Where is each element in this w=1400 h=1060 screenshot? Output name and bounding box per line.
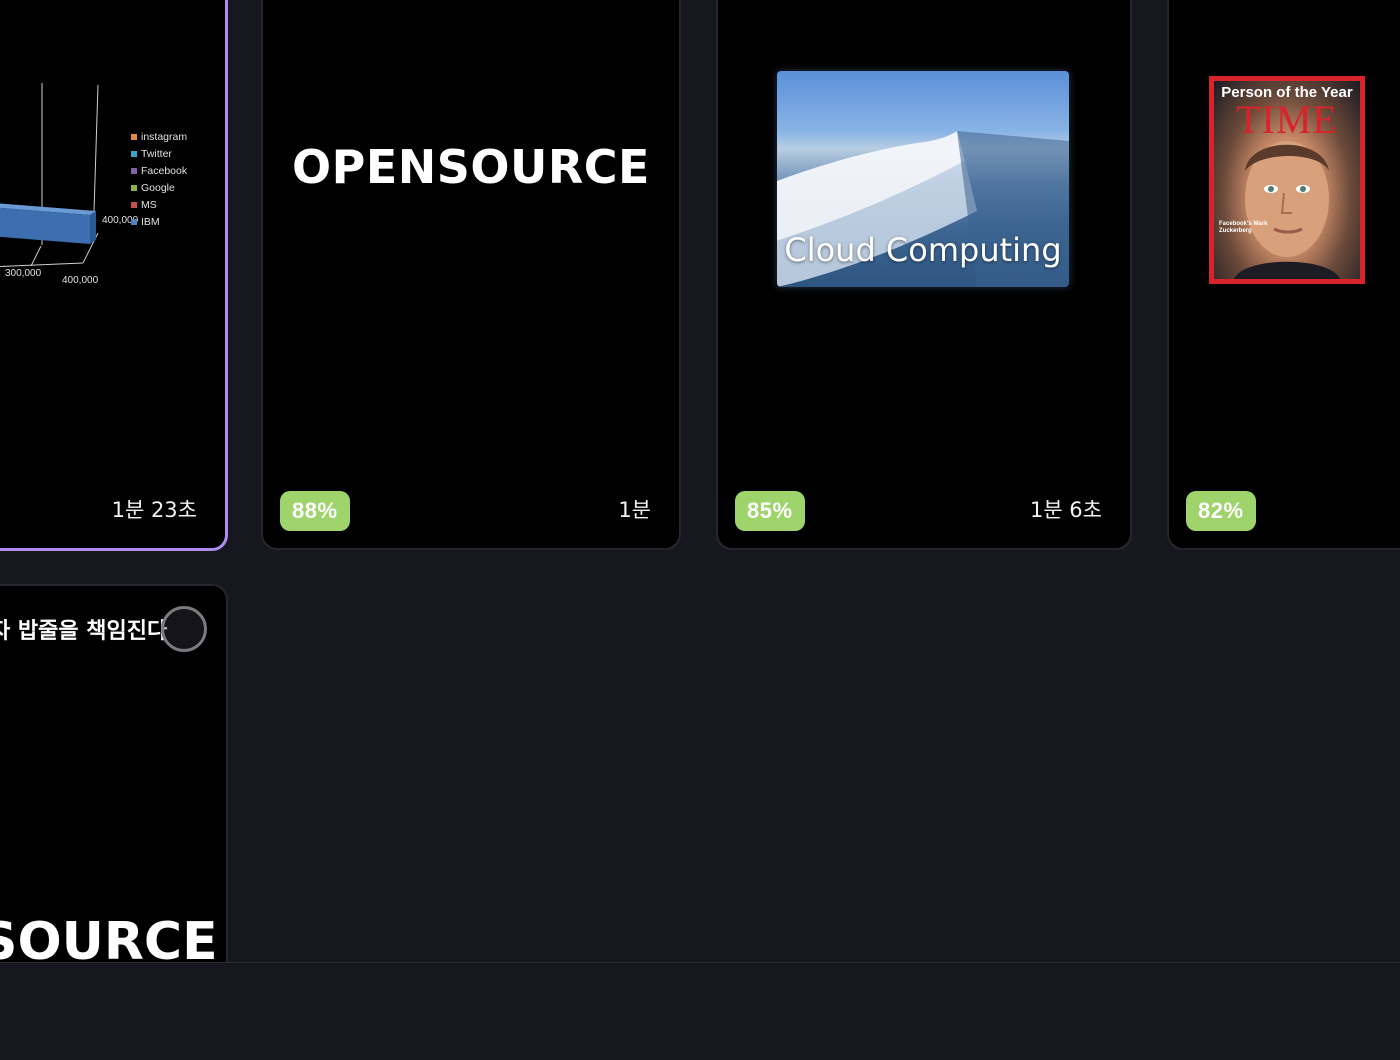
slide-card-time[interactable]: Person of the Year TIME Facebook's Mark … [1167, 0, 1400, 550]
slide-grid: 400,000 300,000 400,000 instagram Twitte… [0, 0, 1400, 1060]
legend-swatch [131, 167, 137, 174]
chart-axis-tick: 400,000 [62, 275, 99, 286]
cloud-caption: Cloud Computing [784, 231, 1062, 269]
magazine-photo: Person of the Year TIME Facebook's Mark … [1214, 81, 1360, 279]
legend-swatch [131, 201, 137, 208]
legend-item: Google [131, 179, 187, 196]
legend-label: IBM [141, 215, 160, 228]
bottom-bar [0, 962, 1400, 1060]
chart-axis-tick: 300,000 [5, 268, 42, 279]
legend-label: MS [141, 198, 157, 211]
cloud-photo: Cloud Computing [777, 71, 1069, 287]
slide-title: OPENSOURCE [292, 140, 650, 194]
chart-bar-ibm-side [90, 211, 96, 244]
legend-label: instagram [141, 130, 188, 143]
legend-swatch [131, 184, 137, 191]
bar-chart [0, 83, 99, 267]
legend-label: Twitter [141, 147, 172, 160]
legend-item: Twitter [131, 145, 187, 162]
slide-card-chart[interactable]: 400,000 300,000 400,000 instagram Twitte… [0, 0, 228, 551]
legend-item: instagram [131, 128, 187, 145]
play-toggle-button[interactable] [161, 606, 207, 652]
slide-duration: 1분 [618, 498, 651, 522]
slide-duration: 1분 6초 [1029, 498, 1102, 522]
legend-swatch [131, 133, 137, 140]
legend-swatch [131, 150, 137, 157]
similarity-badge: 85% [735, 491, 805, 531]
legend-item: IBM [131, 213, 187, 230]
legend-label: Google [141, 181, 175, 194]
legend-item: Facebook [131, 162, 187, 179]
chart-axis [30, 245, 42, 267]
magazine-cover-text: Facebook's Mark Zuckerberg [1219, 221, 1268, 234]
slide-caption: 자 밥줄을 책임진다 [0, 619, 168, 644]
legend-swatch [131, 218, 137, 225]
magazine-cover: Person of the Year TIME Facebook's Mark … [1209, 76, 1365, 284]
legend-label: Facebook [141, 164, 188, 177]
similarity-badge: 82% [1186, 491, 1256, 531]
slide-card-cloud[interactable]: Cloud Computing 85% 1분 6초 [716, 0, 1132, 550]
similarity-badge: 88% [280, 491, 350, 531]
slide-card-opensource[interactable]: OPENSOURCE 88% 1분 [261, 0, 681, 550]
slide-duration: 1분 23초 [111, 498, 197, 522]
magazine-brand: TIME [1236, 97, 1338, 142]
legend-item: MS [131, 196, 187, 213]
chart-legend: instagram Twitter Facebook Google MS IBM [131, 128, 187, 230]
